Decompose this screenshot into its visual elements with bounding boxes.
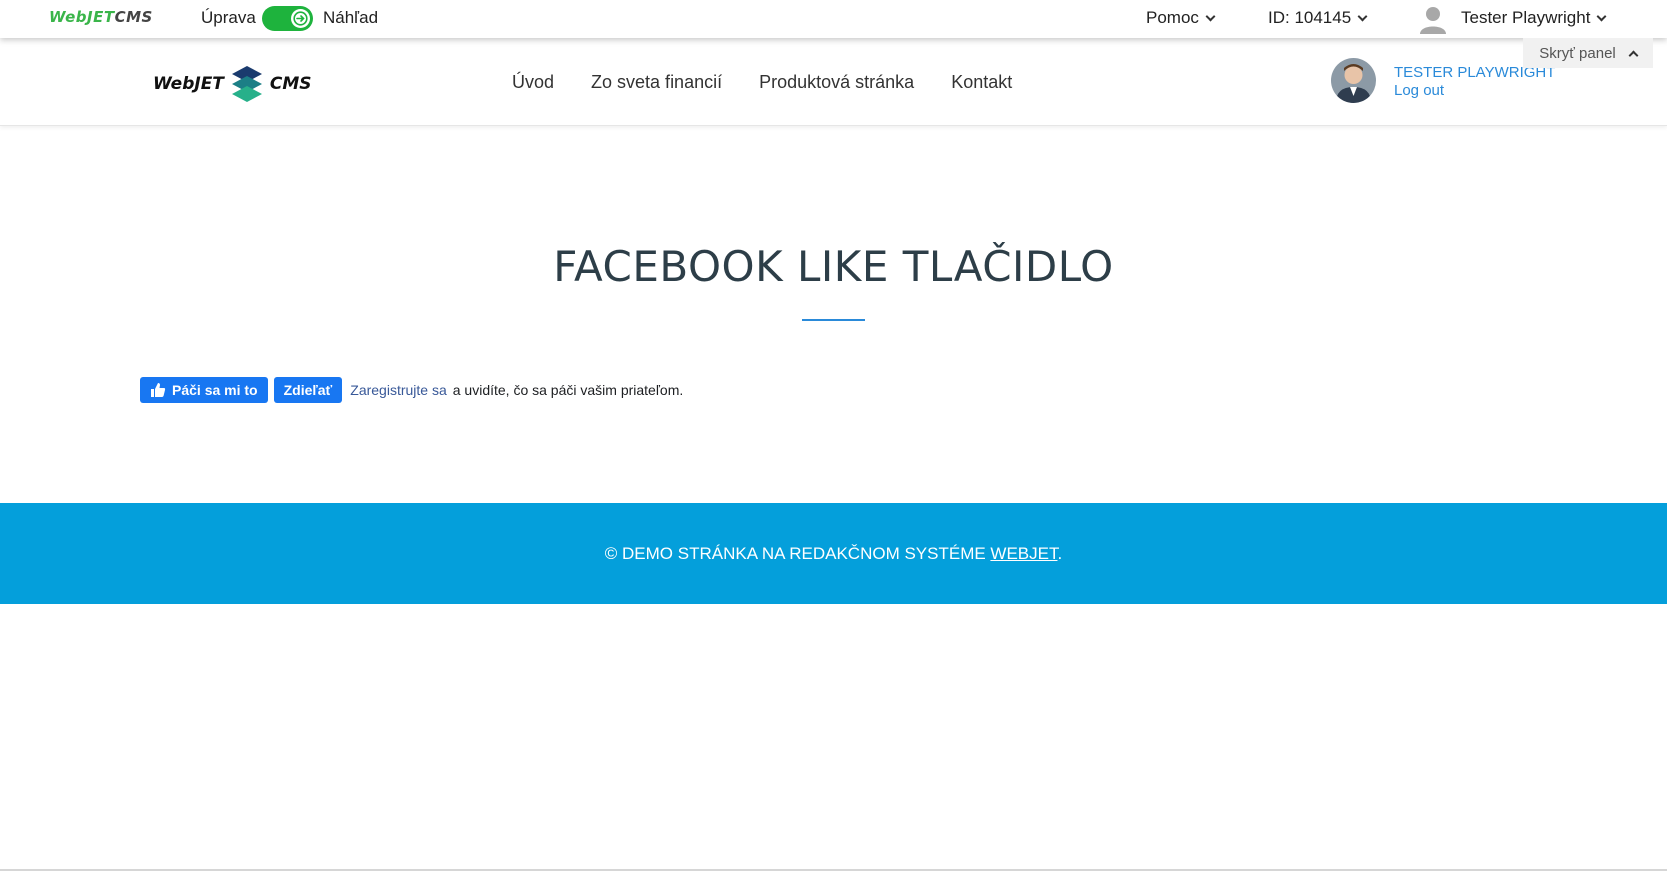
footer-text: © DEMO STRÁNKA NA REDAKČNOM SYSTÉME WEBJ… xyxy=(604,543,1063,563)
arrow-right-icon xyxy=(291,9,310,28)
webjet-admin-logo[interactable]: WebJETCMS xyxy=(49,8,153,26)
hide-panel-button[interactable]: Skryť panel xyxy=(1523,38,1653,68)
main-nav: Úvod Zo sveta financií Produktová stránk… xyxy=(512,72,1012,93)
logo-cube-icon xyxy=(231,66,262,102)
admin-toolbar: WebJETCMS Úprava Náhľad Pomoc ID: 104145… xyxy=(0,0,1667,38)
fb-register-text: a uvidíte, čo sa páči vašim priateľom. xyxy=(452,382,684,398)
doc-id-menu[interactable]: ID: 104145 xyxy=(1268,8,1368,28)
site-logo[interactable]: WebJET CMS xyxy=(153,66,312,102)
footer-webjet-link[interactable]: WEBJET xyxy=(990,544,1057,563)
hide-panel-label: Skryť panel xyxy=(1539,44,1616,62)
page-title: FACEBOOK LIKE TLAČIDLO xyxy=(553,242,1114,291)
user-label: Tester Playwright xyxy=(1461,8,1591,27)
site-header: WebJET CMS Úvod Zo sveta financií Produk… xyxy=(0,38,1667,126)
chevron-down-icon xyxy=(1205,11,1216,21)
site-footer: © DEMO STRÁNKA NA REDAKČNOM SYSTÉME WEBJ… xyxy=(0,503,1667,604)
logout-link[interactable]: Log out xyxy=(1394,82,1444,99)
facebook-like-widget: Páči sa mi to Zdieľať Zaregistrujte sa a… xyxy=(140,377,683,403)
chevron-up-icon xyxy=(1628,50,1639,61)
edit-preview-toggle[interactable] xyxy=(262,6,313,31)
nav-item-produkt[interactable]: Produktová stránka xyxy=(759,72,914,93)
nav-item-kontakt[interactable]: Kontakt xyxy=(951,72,1012,93)
fb-share-label: Zdieľať xyxy=(283,382,333,398)
fb-share-button[interactable]: Zdieľať xyxy=(273,377,343,403)
fb-like-button[interactable]: Páči sa mi to xyxy=(140,377,268,403)
thumbs-up-icon xyxy=(151,383,166,397)
chevron-down-icon xyxy=(1357,11,1368,21)
user-menu[interactable]: Tester Playwright xyxy=(1461,8,1607,28)
fb-like-label: Páči sa mi to xyxy=(172,382,258,398)
doc-id-label: ID: 104145 xyxy=(1268,8,1352,27)
mode-preview-label[interactable]: Náhľad xyxy=(323,8,378,28)
nav-item-financie[interactable]: Zo sveta financií xyxy=(591,72,722,93)
fb-register-link[interactable]: Zaregistrujte sa xyxy=(350,382,446,398)
nav-item-uvod[interactable]: Úvod xyxy=(512,72,554,93)
title-divider xyxy=(802,319,865,321)
help-menu[interactable]: Pomoc xyxy=(1146,8,1216,28)
help-label: Pomoc xyxy=(1146,8,1199,27)
avatar xyxy=(1331,58,1376,103)
chevron-down-icon xyxy=(1596,11,1607,21)
mode-edit-label[interactable]: Úprava xyxy=(201,8,256,28)
user-icon[interactable] xyxy=(1418,4,1448,34)
